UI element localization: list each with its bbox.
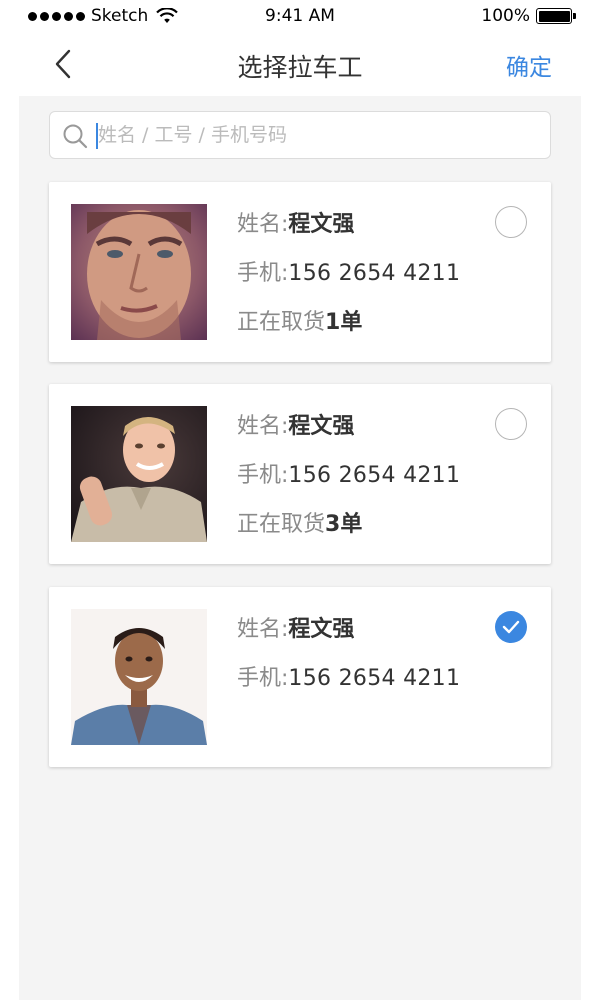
select-radio[interactable] xyxy=(495,408,527,440)
search-input[interactable] xyxy=(98,118,538,152)
search-icon xyxy=(63,124,88,149)
status-bar: Sketch 9:41 AM 100% xyxy=(0,0,600,32)
worker-avatar xyxy=(71,204,207,340)
worker-phone: 156 2654 4211 xyxy=(288,463,461,488)
worker-card[interactable]: 姓名:程文强 手机:156 2654 4211 正在取货3单 xyxy=(49,384,551,564)
worker-name: 程文强 xyxy=(288,212,355,237)
nav-bar: 选择拉车工 确定 xyxy=(0,32,600,96)
phone-label: 手机: xyxy=(237,463,289,488)
name-row: 姓名:程文强 xyxy=(237,206,354,238)
checkmark-icon xyxy=(502,620,520,634)
worker-name: 程文强 xyxy=(288,617,355,642)
name-row: 姓名:程文强 xyxy=(237,611,354,643)
confirm-button[interactable]: 确定 xyxy=(506,48,552,82)
phone-row: 手机:156 2654 4211 xyxy=(237,660,460,692)
search-bar[interactable] xyxy=(49,111,551,159)
phone-row: 手机:156 2654 4211 xyxy=(237,457,460,489)
worker-list-area: 姓名:程文强 手机:156 2654 4211 正在取货1单 xyxy=(19,96,581,1000)
picking-count: 3单 xyxy=(325,512,363,537)
name-row: 姓名:程文强 xyxy=(237,408,354,440)
select-radio[interactable] xyxy=(495,206,527,238)
worker-card[interactable]: 姓名:程文强 手机:156 2654 4211 xyxy=(49,587,551,767)
battery-icon xyxy=(536,8,576,24)
worker-avatar xyxy=(71,609,207,745)
status-bar-right: 100% xyxy=(481,6,576,26)
phone-label: 手机: xyxy=(237,261,289,286)
worker-phone: 156 2654 4211 xyxy=(288,666,461,691)
picking-label: 正在取货 xyxy=(237,512,326,537)
worker-card[interactable]: 姓名:程文强 手机:156 2654 4211 正在取货1单 xyxy=(49,182,551,362)
picking-label: 正在取货 xyxy=(237,310,326,335)
name-label: 姓名: xyxy=(237,414,289,439)
name-label: 姓名: xyxy=(237,212,289,237)
phone-label: 手机: xyxy=(237,666,289,691)
battery-percent: 100% xyxy=(481,6,530,26)
worker-phone: 156 2654 4211 xyxy=(288,261,461,286)
picking-row: 正在取货3单 xyxy=(237,506,362,538)
name-label: 姓名: xyxy=(237,617,289,642)
select-radio[interactable] xyxy=(495,611,527,643)
picking-row: 正在取货1单 xyxy=(237,304,362,336)
worker-avatar xyxy=(71,406,207,542)
worker-name: 程文强 xyxy=(288,414,355,439)
picking-count: 1单 xyxy=(325,310,363,335)
phone-row: 手机:156 2654 4211 xyxy=(237,255,460,287)
